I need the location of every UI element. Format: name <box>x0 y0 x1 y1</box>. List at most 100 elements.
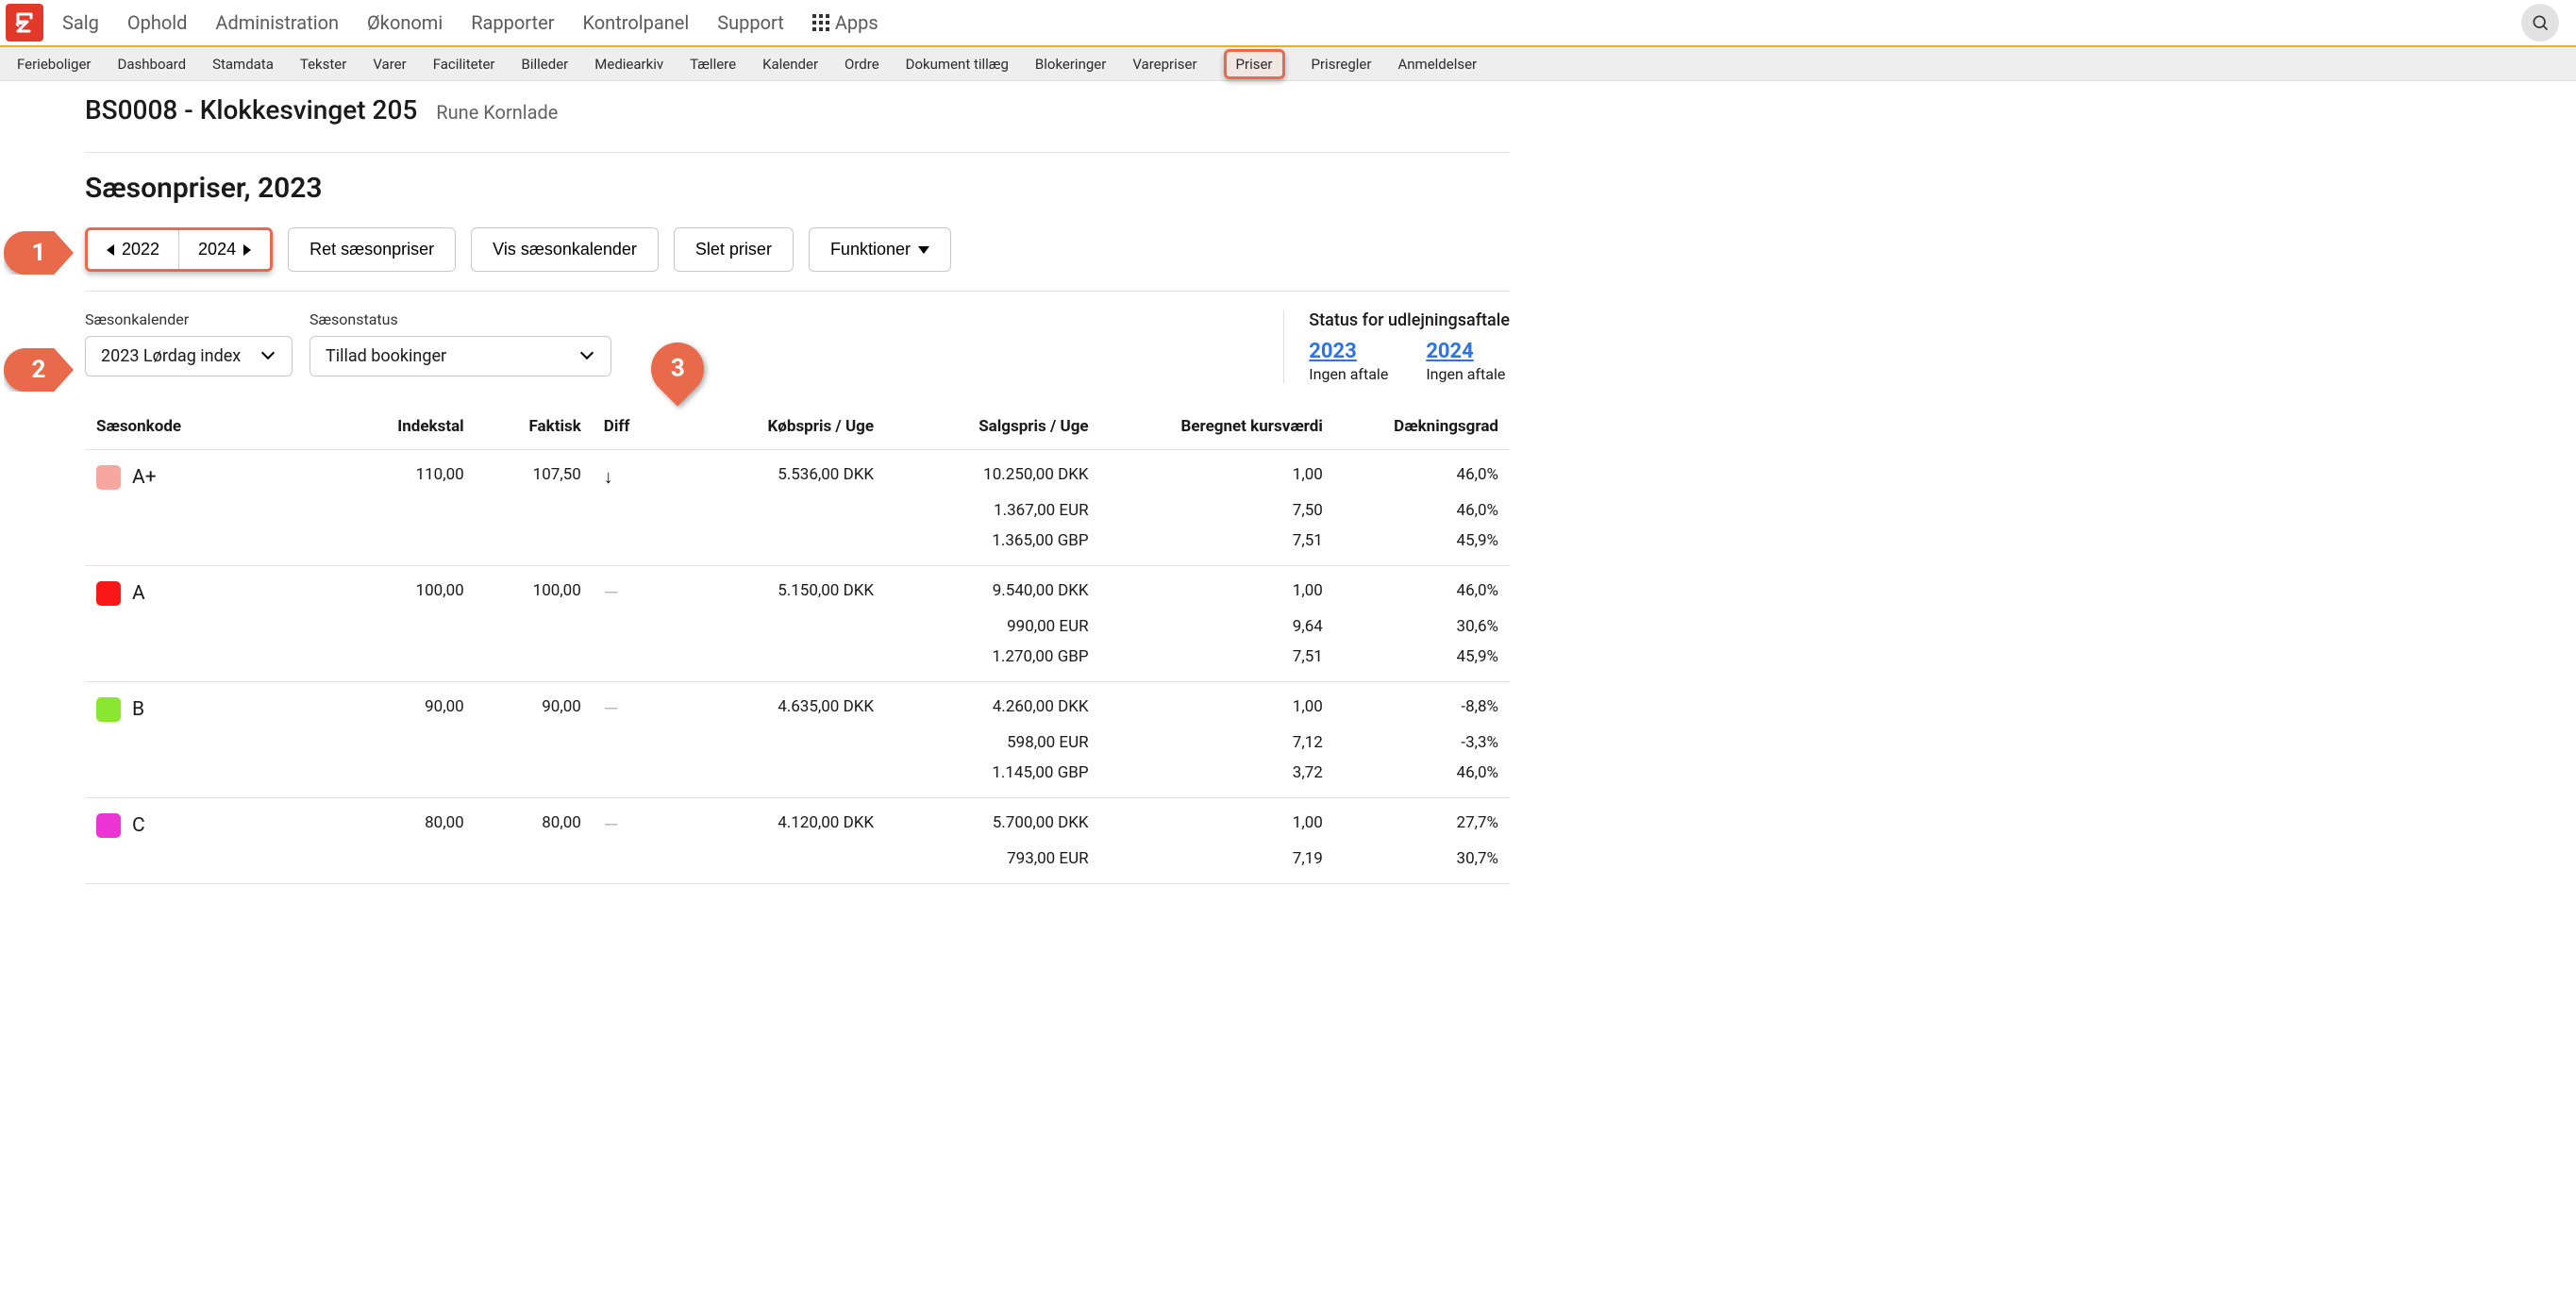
tab-ordre[interactable]: Ordre <box>845 50 879 78</box>
col-season: Sæsonkode <box>85 408 300 450</box>
tab-anmeldelser[interactable]: Anmeldelser <box>1397 50 1477 78</box>
cell-diff: — <box>593 798 651 844</box>
prices-table: Sæsonkode Indekstal Faktisk Diff Købspri… <box>85 408 1510 884</box>
cell-actual <box>476 758 593 798</box>
tab-tekster[interactable]: Tekster <box>300 50 346 78</box>
tab-blokeringer[interactable]: Blokeringer <box>1035 50 1106 78</box>
callout-1-label: 1 <box>32 239 46 267</box>
status-year-1-link[interactable]: 2024 <box>1426 340 1505 363</box>
tab-faciliteter[interactable]: Faciliteter <box>433 50 495 78</box>
cell-index <box>300 495 476 526</box>
menu-support[interactable]: Support <box>717 11 784 34</box>
status-year-0-link[interactable]: 2023 <box>1309 340 1388 363</box>
cell-buy <box>651 844 885 884</box>
cell-sell: 1.145,00 GBP <box>885 758 1100 798</box>
cell-actual <box>476 642 593 682</box>
cell-rate: 3,72 <box>1100 758 1334 798</box>
sub-nav: Ferieboliger Dashboard Stamdata Tekster … <box>0 47 2576 81</box>
cell-diff: — <box>593 566 651 612</box>
dash-icon: — <box>604 697 619 720</box>
prev-year-button[interactable]: 2022 <box>88 230 179 269</box>
cell-diff <box>593 526 651 566</box>
edit-season-prices-button[interactable]: Ret sæsonpriser <box>288 227 456 272</box>
cell-coverage: 45,9% <box>1334 526 1510 566</box>
title-divider <box>85 152 1510 153</box>
show-season-calendar-button[interactable]: Vis sæsonkalender <box>471 227 659 272</box>
menu-salg[interactable]: Salg <box>62 11 99 34</box>
season-swatch <box>96 697 121 722</box>
cell-rate: 7,19 <box>1100 844 1334 884</box>
cell-sell: 5.700,00 DKK <box>885 798 1100 844</box>
season-calendar-select[interactable]: 2023 Lørdag index <box>85 336 293 376</box>
menu-okonomi[interactable]: Økonomi <box>367 11 443 34</box>
cell-buy <box>651 526 885 566</box>
callout-1: 1 <box>4 231 74 275</box>
season-calendar-label: Sæsonkalender <box>85 310 293 328</box>
cell-actual <box>476 727 593 758</box>
tab-prisregler[interactable]: Prisregler <box>1312 50 1372 78</box>
table-row: 1.270,00 GBP7,5145,9% <box>85 642 1510 682</box>
cell-rate: 9,64 <box>1100 611 1334 642</box>
owner-name: Rune Kornlade <box>436 101 558 124</box>
tab-dokument-tillaeg[interactable]: Dokument tillæg <box>906 50 1009 78</box>
col-rate: Beregnet kursværdi <box>1100 408 1334 450</box>
tab-varer[interactable]: Varer <box>373 50 406 78</box>
cell-coverage: 27,7% <box>1334 798 1510 844</box>
menu-ophold[interactable]: Ophold <box>127 11 188 34</box>
cell-index <box>300 611 476 642</box>
menu-admin[interactable]: Administration <box>215 11 339 34</box>
tab-taellere[interactable]: Tællere <box>690 50 736 78</box>
table-row: 793,00 EUR7,1930,7% <box>85 844 1510 884</box>
season-status-field: Sæsonstatus Tillad bookinger <box>309 310 611 376</box>
year-nav-group: 2022 2024 <box>85 227 273 272</box>
search-button[interactable] <box>2521 4 2559 42</box>
table-header-row: Sæsonkode Indekstal Faktisk Diff Købspri… <box>85 408 1510 450</box>
cell-coverage: 46,0% <box>1334 758 1510 798</box>
cell-actual <box>476 611 593 642</box>
delete-prices-button[interactable]: Slet priser <box>674 227 794 272</box>
next-year-button[interactable]: 2024 <box>179 230 270 269</box>
callout-2: 2 <box>4 348 74 392</box>
cell-actual: 107,50 <box>476 450 593 496</box>
top-menu: Salg Ophold Administration Økonomi Rappo… <box>62 11 878 34</box>
cell-rate: 1,00 <box>1100 566 1334 612</box>
status-year-1: 2024 Ingen aftale <box>1426 340 1505 383</box>
app-logo[interactable] <box>6 4 43 42</box>
tab-dashboard[interactable]: Dashboard <box>118 50 187 78</box>
table-row: 598,00 EUR7,12-3,3% <box>85 727 1510 758</box>
menu-apps[interactable]: Apps <box>812 11 878 34</box>
tab-priser[interactable]: Priser <box>1224 49 1285 79</box>
cell-diff <box>593 611 651 642</box>
season-code-cell: C <box>96 813 289 838</box>
cell-coverage: 46,0% <box>1334 566 1510 612</box>
tab-mediearkiv[interactable]: Mediearkiv <box>594 50 663 78</box>
cell-diff <box>593 642 651 682</box>
tab-varepriser[interactable]: Varepriser <box>1132 50 1196 78</box>
cell-coverage: -8,8% <box>1334 682 1510 728</box>
menu-apps-label: Apps <box>835 11 878 34</box>
status-year-1-text: Ingen aftale <box>1426 365 1505 383</box>
cell-rate: 1,00 <box>1100 682 1334 728</box>
callout-2-label: 2 <box>32 356 46 384</box>
tab-kalender[interactable]: Kalender <box>762 50 818 78</box>
tab-ferieboliger[interactable]: Ferieboliger <box>17 50 92 78</box>
menu-rapporter[interactable]: Rapporter <box>471 11 554 34</box>
season-calendar-value: 2023 Lørdag index <box>101 346 241 366</box>
tab-billeder[interactable]: Billeder <box>522 50 569 78</box>
table-row: A+ 110,00107,50↓5.536,00 DKK10.250,00 DK… <box>85 450 1510 496</box>
chevron-left-icon <box>107 244 114 256</box>
cell-index: 80,00 <box>300 798 476 844</box>
functions-dropdown[interactable]: Funktioner <box>809 227 951 272</box>
callout-3-label: 3 <box>671 355 685 383</box>
season-swatch <box>96 581 121 606</box>
cell-index: 110,00 <box>300 450 476 496</box>
cell-index: 100,00 <box>300 566 476 612</box>
season-code: A+ <box>132 466 157 489</box>
chevron-down-icon <box>918 246 929 254</box>
cell-coverage: 30,7% <box>1334 844 1510 884</box>
functions-label: Funktioner <box>830 240 911 259</box>
season-status-select[interactable]: Tillad bookinger <box>309 336 611 376</box>
toolbar-divider <box>85 291 1510 292</box>
tab-stamdata[interactable]: Stamdata <box>212 50 274 78</box>
menu-kontrolpanel[interactable]: Kontrolpanel <box>582 11 689 34</box>
